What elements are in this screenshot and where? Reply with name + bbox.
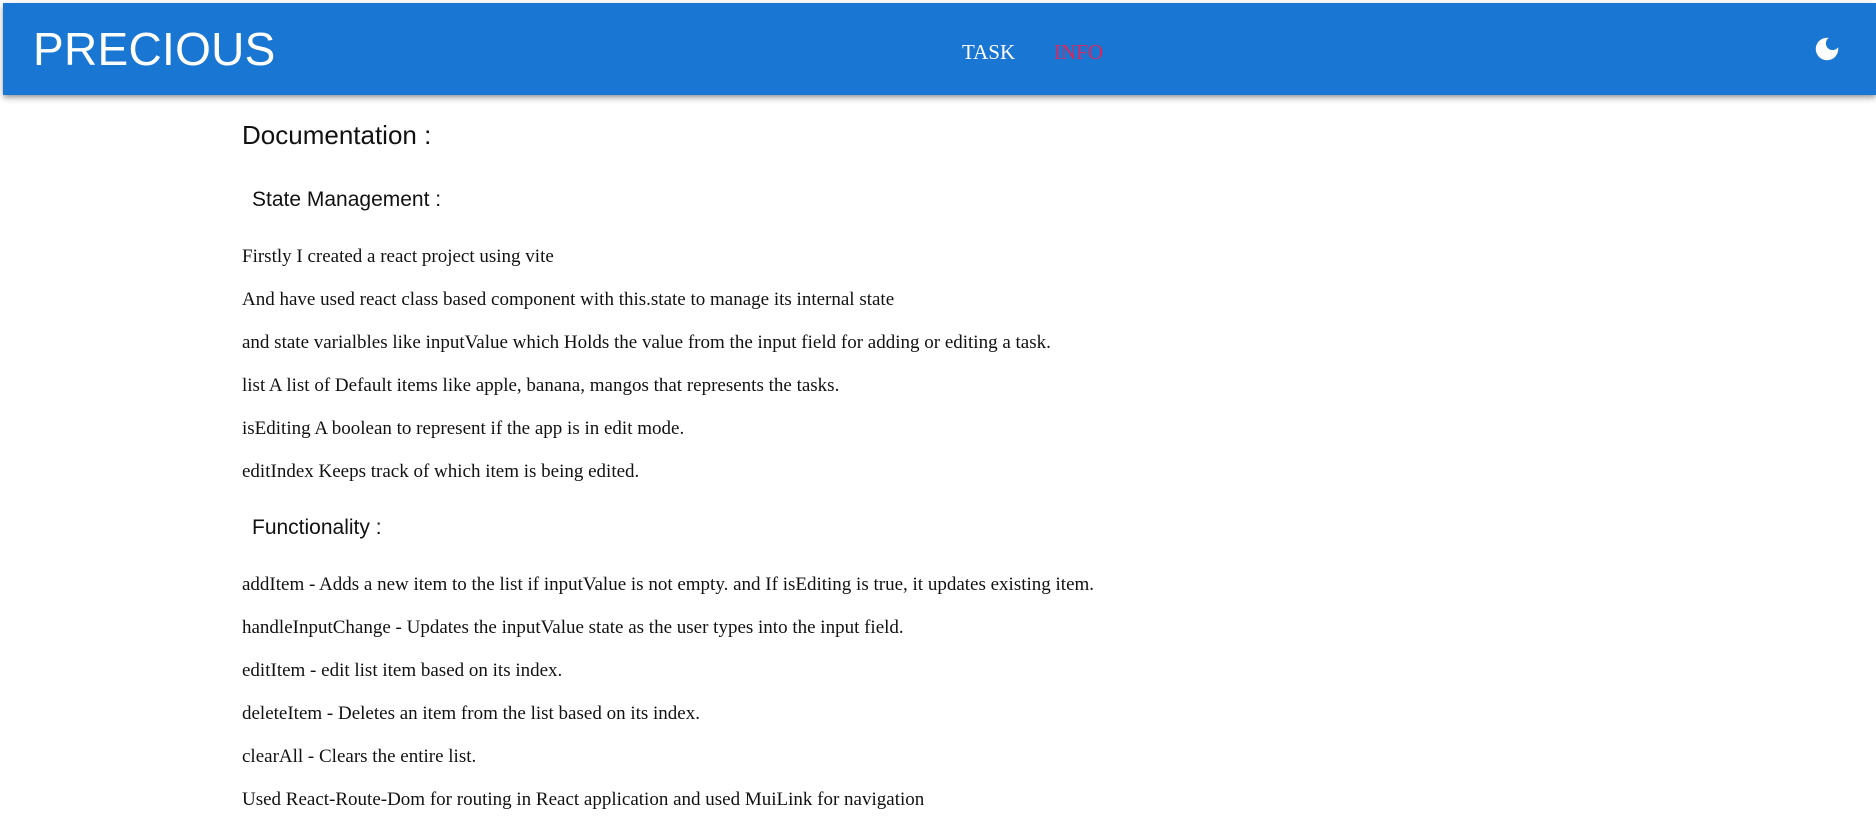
paragraph: addItem - Adds a new item to the list if… xyxy=(242,574,1095,595)
paragraph: deleteItem - Deletes an item from the li… xyxy=(242,703,700,724)
app-bar: PRECIOUS TASK INFO xyxy=(3,3,1876,95)
section-title-state-management: State Management : xyxy=(252,188,442,211)
paragraph: handleInputChange - Updates the inputVal… xyxy=(242,617,904,638)
paragraph: Firstly I created a react project using … xyxy=(242,246,554,267)
paragraph: and state varialbles like inputValue whi… xyxy=(242,332,1051,353)
section-title-functionality: Functionality : xyxy=(252,516,382,539)
brand-title: PRECIOUS xyxy=(33,23,276,75)
page-title: Documentation : xyxy=(242,120,432,150)
paragraph: Used React-Route-Dom for routing in Reac… xyxy=(242,789,925,810)
paragraph: And have used react class based componen… xyxy=(242,289,895,310)
theme-toggle-button[interactable] xyxy=(1812,34,1842,64)
paragraph: editItem - edit list item based on its i… xyxy=(242,660,563,681)
paragraph: editIndex Keeps track of which item is b… xyxy=(242,461,640,482)
nav-link-info[interactable]: INFO xyxy=(1054,39,1103,65)
nav-link-task[interactable]: TASK xyxy=(962,39,1015,65)
paragraph: clearAll - Clears the entire list. xyxy=(242,746,477,767)
moon-icon xyxy=(1815,37,1839,61)
paragraph: isEditing A boolean to represent if the … xyxy=(242,418,685,439)
paragraph: list A list of Default items like apple,… xyxy=(242,375,840,396)
